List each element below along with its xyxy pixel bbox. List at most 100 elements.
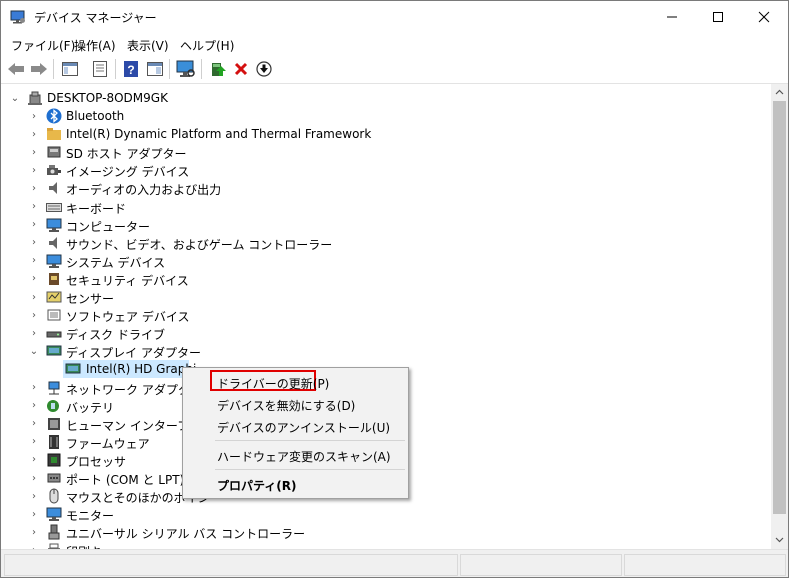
tree-category-item[interactable]: ⌄ ディスプレイ アダプター — [1, 342, 761, 360]
menu-bar: ファイル(F) 操作(A) 表示(V) ヘルプ(H) — [1, 33, 788, 55]
tree-device-item[interactable]: Intel(R) HD Graphi — [1, 360, 196, 379]
tree-category-item[interactable]: › SD ホスト アダプター — [1, 143, 761, 161]
menu-action[interactable]: 操作(A) — [74, 37, 116, 54]
chevron-right-icon[interactable]: › — [29, 433, 39, 451]
tree-root-item[interactable]: ⌄ DESKTOP-8ODM9GK — [1, 89, 301, 107]
tree-category-item[interactable]: › セキュリティ デバイス — [1, 270, 761, 288]
tree-category-item[interactable]: › コンピューター — [1, 216, 761, 234]
chevron-right-icon[interactable]: › — [29, 234, 39, 252]
tree-item-label: Intel(R) HD Graphi — [86, 362, 197, 377]
tree-category-item[interactable]: › オーディオの入力および出力 — [1, 179, 761, 197]
tree-category-item[interactable]: › Bluetooth — [1, 107, 761, 125]
tree-category-item[interactable]: › Intel(R) Dynamic Platform and Thermal F… — [1, 125, 761, 143]
chevron-right-icon[interactable]: › — [29, 179, 39, 197]
chevron-right-icon[interactable]: › — [29, 541, 39, 549]
back-button[interactable] — [6, 59, 26, 79]
tree-category-item[interactable]: › サウンド、ビデオ、およびゲーム コントローラー — [1, 234, 761, 252]
chevron-right-icon[interactable]: › — [29, 270, 39, 288]
chevron-right-icon[interactable]: › — [29, 397, 39, 415]
chevron-right-icon[interactable]: › — [29, 216, 39, 234]
menu-help[interactable]: ヘルプ(H) — [180, 37, 234, 54]
chevron-right-icon[interactable]: › — [29, 107, 39, 125]
tree-category-item[interactable]: › モニター — [1, 505, 761, 523]
minimize-icon — [667, 16, 677, 18]
menu-item-scan-hardware[interactable]: ハードウェア変更のスキャン(A) — [183, 444, 408, 466]
chevron-right-icon[interactable]: › — [29, 487, 39, 505]
firmware-icon — [49, 434, 59, 449]
tree-category-item[interactable]: › ユニバーサル シリアル バス コントローラー — [1, 523, 761, 541]
chevron-right-icon[interactable]: › — [29, 125, 39, 143]
chevron-right-icon[interactable]: › — [29, 523, 39, 541]
tree-item-label: ディスク ドライブ — [66, 328, 165, 343]
maximize-button[interactable] — [695, 1, 741, 33]
tree-category-item[interactable]: › キーボード — [1, 198, 761, 216]
menu-item-uninstall-device[interactable]: デバイスのアンインストール(U) — [183, 415, 408, 437]
menu-view[interactable]: 表示(V) — [127, 37, 169, 54]
tree-item-label: モニター — [66, 509, 115, 524]
computer-icon — [46, 218, 62, 232]
update-driver-icon — [212, 63, 226, 76]
battery-icon — [47, 399, 59, 412]
tree-category-item[interactable]: › ソフトウェア デバイス — [1, 306, 761, 324]
menu-separator — [215, 440, 405, 441]
vertical-scrollbar[interactable] — [771, 84, 788, 549]
title-bar: デバイス マネージャー — [1, 1, 788, 33]
camera-icon — [47, 165, 61, 176]
tree-item-label: ユニバーサル シリアル バス コントローラー — [66, 527, 306, 542]
tree-item-label: プロセッサ — [66, 454, 127, 469]
show-hide-console-tree-button[interactable] — [60, 59, 80, 79]
chevron-right-icon[interactable]: › — [29, 505, 39, 523]
hid-icon — [48, 417, 60, 430]
disable-device-button[interactable] — [254, 59, 274, 79]
close-button[interactable] — [741, 1, 787, 33]
update-driver-button[interactable] — [208, 59, 228, 79]
uninstall-device-button[interactable] — [231, 59, 251, 79]
menu-item-disable-device[interactable]: デバイスを無効にする(D) — [183, 393, 408, 415]
tree-category-item[interactable]: › ディスク ドライブ — [1, 324, 761, 343]
chevron-right-icon[interactable]: › — [29, 379, 39, 397]
forward-arrow-icon — [31, 63, 47, 75]
chevron-down-icon[interactable]: ⌄ — [29, 342, 39, 360]
action-pane-button[interactable] — [145, 59, 165, 79]
help-button[interactable]: ? — [121, 59, 141, 79]
menu-item-update-driver[interactable]: ドライバーの更新(P) — [183, 371, 408, 393]
toolbar-separator — [201, 59, 202, 79]
menu-item-properties[interactable]: プロパティ(R) — [183, 473, 408, 495]
speaker-icon — [49, 182, 57, 195]
chevron-right-icon[interactable]: › — [29, 252, 39, 270]
forward-button[interactable] — [29, 59, 49, 79]
scan-hardware-button[interactable] — [176, 59, 196, 79]
scroll-up-icon[interactable] — [775, 89, 784, 95]
scrollbar-thumb[interactable] — [773, 101, 786, 514]
chevron-right-icon[interactable]: › — [29, 198, 39, 216]
maximize-icon — [713, 12, 723, 22]
tree-item-label: Intel(R) Dynamic Platform and Thermal Fr… — [66, 127, 372, 142]
chevron-right-icon[interactable]: › — [29, 451, 39, 469]
svg-text:?: ? — [127, 63, 134, 77]
network-icon — [48, 381, 60, 394]
chevron-right-icon[interactable]: › — [29, 469, 39, 487]
chevron-right-icon[interactable]: › — [29, 324, 39, 342]
tree-category-item[interactable]: › センサー — [1, 288, 761, 306]
tree-category-item[interactable]: › イメージング デバイス — [1, 161, 761, 180]
monitor-icon — [46, 254, 62, 268]
tree-category-item[interactable]: ›印刷キュー — [1, 541, 761, 549]
display-adapter-icon — [65, 363, 81, 374]
tree-category-item[interactable]: › システム デバイス — [1, 252, 761, 270]
properties-toolbar-button[interactable] — [90, 59, 110, 79]
minimize-button[interactable] — [649, 1, 695, 33]
chevron-right-icon[interactable]: › — [29, 288, 39, 306]
chevron-right-icon[interactable]: › — [29, 143, 39, 161]
scroll-down-icon[interactable] — [775, 537, 784, 543]
chevron-right-icon[interactable]: › — [29, 306, 39, 324]
processor-icon — [47, 453, 61, 467]
port-icon — [47, 473, 61, 483]
device-icon — [47, 309, 61, 321]
chevron-down-icon[interactable]: ⌄ — [10, 89, 20, 107]
menu-file[interactable]: ファイル(F) — [11, 37, 75, 54]
tree-item-label: ソフトウェア デバイス — [66, 310, 190, 325]
tree-root-label: DESKTOP-8ODM9GK — [47, 91, 168, 105]
chevron-right-icon[interactable]: › — [29, 415, 39, 433]
computer-icon — [28, 91, 42, 105]
chevron-right-icon[interactable]: › — [29, 161, 39, 179]
